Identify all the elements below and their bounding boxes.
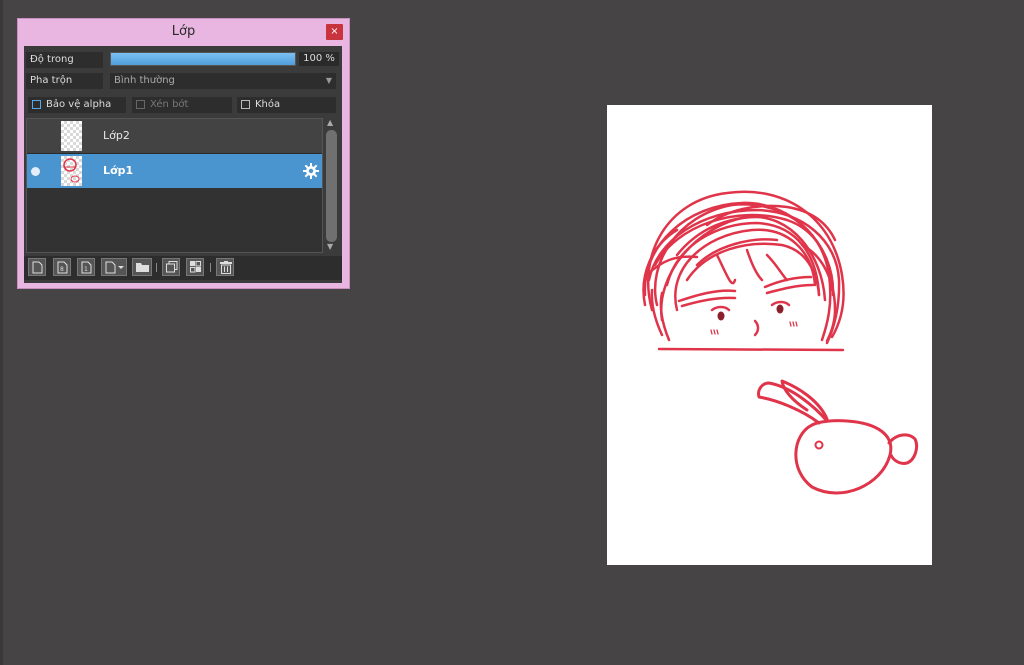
eye-strokes <box>677 275 815 337</box>
add-special-layer-icon <box>105 261 124 274</box>
drawing-canvas[interactable] <box>607 105 932 565</box>
clipping-label: Xén bớt <box>150 99 189 110</box>
new-1bit-layer-button[interactable]: 1 <box>77 258 95 276</box>
lock-label: Khóa <box>255 99 281 110</box>
eye-pupils <box>717 304 784 321</box>
new-layer-1bit-icon: 1 <box>81 261 92 274</box>
add-special-layer-button[interactable] <box>101 258 127 276</box>
scroll-down-icon[interactable]: ▼ <box>327 242 333 251</box>
chevron-down-icon: ▼ <box>325 76 332 85</box>
layer-thumbnail <box>61 156 82 186</box>
checkbox-square-icon <box>241 100 250 109</box>
new-8bit-layer-button[interactable]: 8 <box>53 258 71 276</box>
visibility-toggle[interactable] <box>31 167 40 176</box>
hair-strokes <box>642 190 845 345</box>
scroll-thumb[interactable] <box>326 130 337 242</box>
duplicate-layer-icon <box>166 261 178 273</box>
bunny-eye <box>814 440 824 450</box>
layer-panel: Lớp × Độ trong 100 % Pha trộn Bình thườn… <box>17 18 350 289</box>
scroll-up-icon[interactable]: ▲ <box>327 118 333 127</box>
opacity-label: Độ trong <box>26 52 103 68</box>
layer-list-scrollbar[interactable]: ▲ ▼ <box>324 118 339 253</box>
toolbar-separator <box>156 263 157 272</box>
layer-row-lop2[interactable]: Lớp2 <box>27 119 322 154</box>
blend-mode-select[interactable]: Bình thường ▼ <box>110 73 336 89</box>
panel-title: Lớp <box>171 24 196 39</box>
visibility-toggle[interactable] <box>31 132 40 141</box>
new-layer-8bit-icon: 8 <box>57 261 68 274</box>
layer-thumbnail <box>61 121 82 151</box>
canvas-sketch <box>642 190 919 495</box>
new-layer-button[interactable] <box>28 258 46 276</box>
layer-toolbar: 8 1 <box>24 256 342 280</box>
panel-titlebar[interactable]: Lớp × <box>18 19 349 46</box>
svg-text:1: 1 <box>84 266 88 273</box>
opacity-value[interactable]: 100 % <box>299 52 339 66</box>
toolbar-separator <box>210 263 211 272</box>
merge-layer-icon <box>190 261 201 273</box>
blend-mode-value: Bình thường <box>114 75 175 86</box>
panel-body: Độ trong 100 % Pha trộn Bình thường ▼ Bả… <box>24 46 342 283</box>
folder-icon <box>136 263 149 272</box>
new-folder-button[interactable] <box>132 258 152 276</box>
delete-layer-icon <box>220 261 232 274</box>
opacity-slider-fill <box>111 53 295 65</box>
protect-alpha-checkbox[interactable]: Bảo vệ alpha <box>28 97 126 113</box>
clipping-checkbox[interactable]: Xén bớt <box>132 97 232 113</box>
bunny-strokes <box>757 379 919 495</box>
base-line <box>657 347 845 352</box>
new-layer-icon <box>32 261 43 274</box>
layer-list: Lớp2 Lớp1 <box>26 118 323 253</box>
layer-name: Lớp2 <box>103 129 130 142</box>
duplicate-layer-button[interactable] <box>162 258 180 276</box>
opacity-slider[interactable] <box>110 52 296 66</box>
protect-alpha-label: Bảo vệ alpha <box>46 99 112 110</box>
lock-checkbox[interactable]: Khóa <box>237 97 336 113</box>
layer-name: Lớp1 <box>103 164 134 177</box>
svg-text:8: 8 <box>60 266 64 273</box>
merge-layer-button[interactable] <box>186 258 204 276</box>
blend-label: Pha trộn <box>26 73 103 89</box>
checkbox-square-icon <box>32 100 41 109</box>
gear-icon[interactable] <box>303 163 319 179</box>
blush-strokes <box>710 321 798 335</box>
left-edge-divider <box>0 0 3 665</box>
checkbox-square-icon <box>136 100 145 109</box>
layer-row-lop1[interactable]: Lớp1 <box>27 154 322 188</box>
close-button[interactable]: × <box>326 24 343 40</box>
delete-layer-button[interactable] <box>216 258 234 276</box>
